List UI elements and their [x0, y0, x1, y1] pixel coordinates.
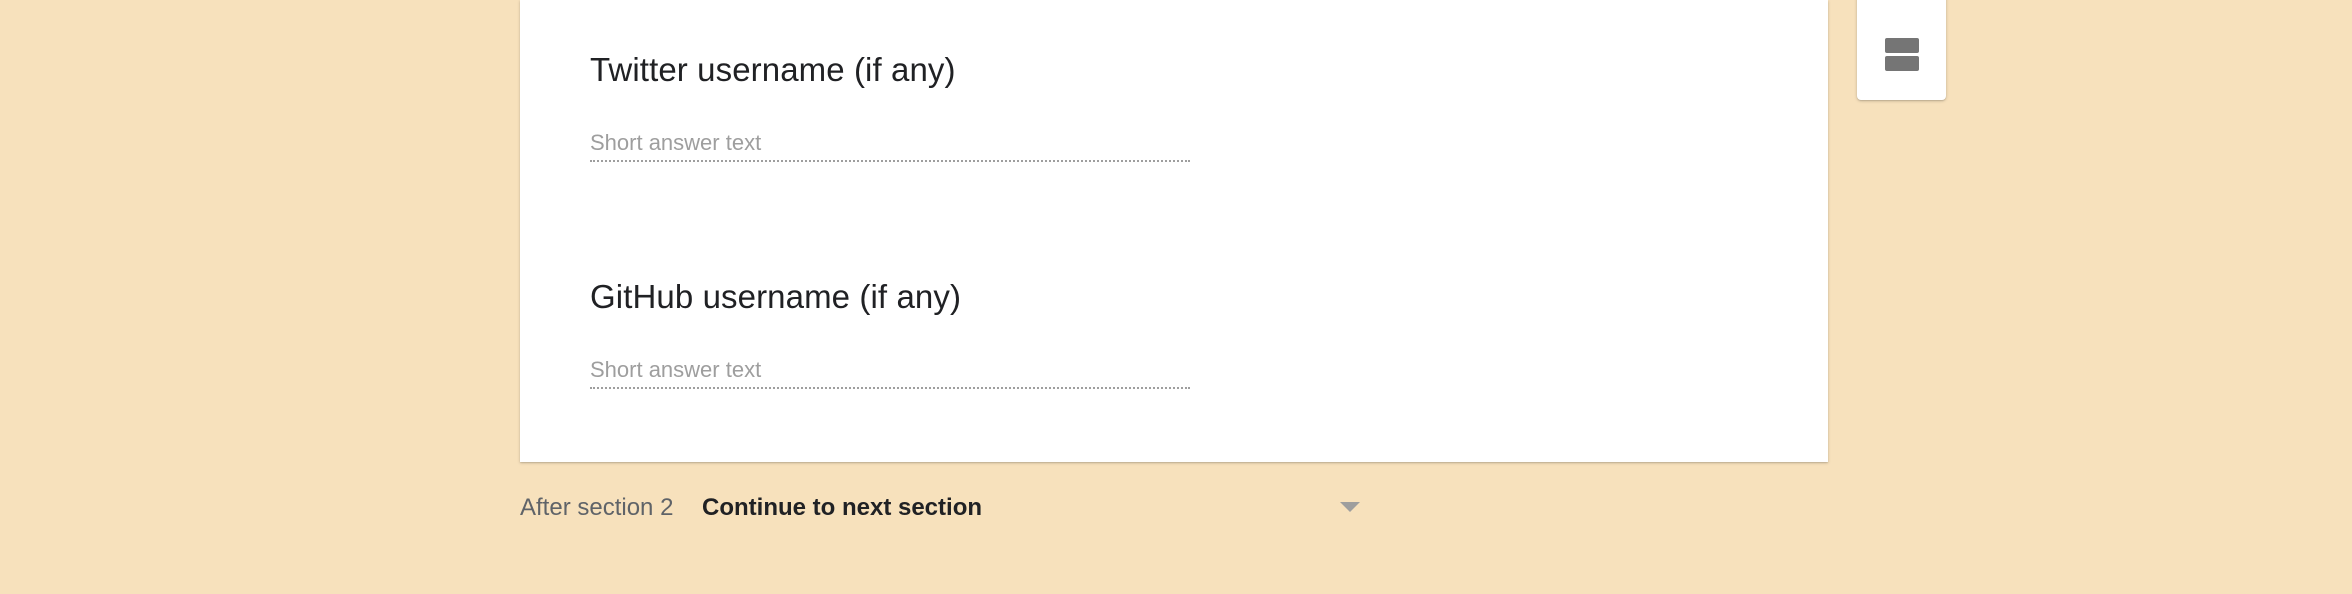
- form-section-card: Twitter username (if any) Short answer t…: [520, 0, 1828, 462]
- after-section-label: After section 2: [520, 494, 674, 521]
- question-github[interactable]: GitHub username (if any) Short answer te…: [590, 277, 1190, 389]
- after-section-row: After section 2 Continue to next section: [520, 490, 1360, 526]
- after-section-dropdown[interactable]: Continue to next section: [702, 490, 1360, 526]
- dropdown-arrow-icon: [1340, 502, 1360, 512]
- floating-toolbar: [1857, 0, 1946, 100]
- short-answer-field: Short answer text: [590, 130, 1190, 162]
- dropdown-selected-value: Continue to next section: [702, 494, 983, 521]
- question-title: GitHub username (if any): [590, 278, 962, 315]
- question-twitter[interactable]: Twitter username (if any) Short answer t…: [590, 50, 1190, 162]
- short-answer-placeholder: Short answer text: [590, 357, 762, 382]
- question-title: Twitter username (if any): [590, 51, 956, 88]
- short-answer-field: Short answer text: [590, 357, 1190, 389]
- short-answer-placeholder: Short answer text: [590, 130, 762, 155]
- add-section-icon[interactable]: [1885, 38, 1919, 71]
